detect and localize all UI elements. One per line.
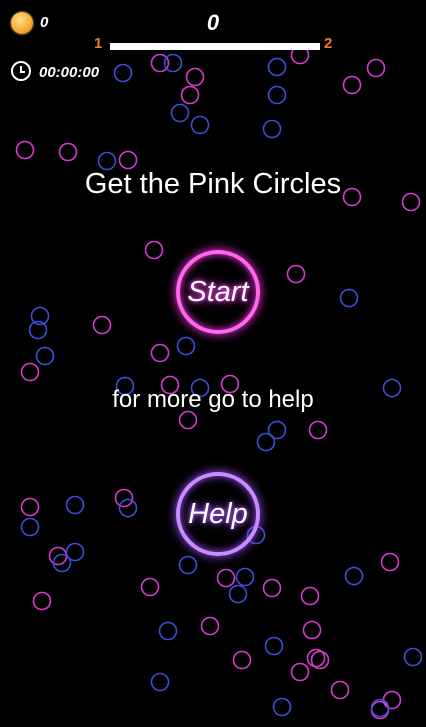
pink-circle: [286, 264, 306, 284]
level-progress-fill: [110, 43, 320, 50]
floating-circles-field: [15, 45, 423, 720]
blue-circle: [176, 336, 196, 356]
blue-circle: [235, 567, 255, 587]
score: 0: [206, 10, 220, 35]
pink-circle: [92, 315, 112, 335]
blue-circle: [267, 85, 287, 105]
coin-count: 0: [40, 14, 49, 31]
pink-circle: [342, 75, 362, 95]
pink-circle: [302, 620, 322, 640]
start-button[interactable]: Start: [176, 250, 260, 334]
pink-circle: [140, 577, 160, 597]
start-button-label: Start: [187, 275, 249, 308]
blue-circle: [35, 346, 55, 366]
next-level: 2: [324, 35, 333, 52]
pink-circle: [380, 552, 400, 572]
level-progress-bar: [110, 43, 320, 50]
game-title: Get the Pink Circles: [84, 168, 342, 200]
pink-circle: [150, 343, 170, 363]
blue-circle: [20, 517, 40, 537]
blue-circle: [113, 63, 133, 83]
blue-circle: [190, 115, 210, 135]
pink-circle: [118, 150, 138, 170]
blue-circle: [158, 621, 178, 641]
pink-circle: [15, 140, 35, 160]
blue-circle: [178, 555, 198, 575]
pink-circle: [185, 67, 205, 87]
pink-circle: [262, 578, 282, 598]
pink-circle: [382, 690, 402, 710]
pink-circle: [232, 650, 252, 670]
clock-icon: [11, 61, 31, 81]
pink-circle: [144, 240, 164, 260]
pink-circle: [366, 58, 386, 78]
current-level: 1: [94, 35, 103, 52]
blue-circle: [262, 119, 282, 139]
blue-circle: [228, 584, 248, 604]
blue-circle: [264, 636, 284, 656]
pink-circle: [58, 142, 78, 162]
help-button-label: Help: [188, 497, 248, 530]
blue-circle: [267, 57, 287, 77]
blue-circle: [267, 420, 287, 440]
help-hint: for more go to help: [112, 386, 314, 413]
pink-circle: [32, 591, 52, 611]
blue-circle: [272, 697, 292, 717]
blue-circle: [150, 672, 170, 692]
coin-icon: [11, 12, 33, 34]
pink-circle: [290, 662, 310, 682]
blue-circle: [65, 495, 85, 515]
pink-circle: [20, 497, 40, 517]
pink-circle: [216, 568, 236, 588]
pink-circle: [330, 680, 350, 700]
pink-circle: [308, 420, 328, 440]
help-button[interactable]: Help: [176, 472, 260, 556]
blue-circle: [97, 151, 117, 171]
pink-circle: [114, 488, 134, 508]
blue-circle: [163, 53, 183, 73]
blue-circle: [170, 103, 190, 123]
pink-circle: [200, 616, 220, 636]
pink-circle: [178, 410, 198, 430]
timer: 00:00:00: [39, 64, 100, 81]
blue-circle: [339, 288, 359, 308]
blue-circle: [344, 566, 364, 586]
blue-circle: [403, 647, 423, 667]
pink-circle: [180, 85, 200, 105]
blue-circle: [118, 498, 138, 518]
pink-circle: [20, 362, 40, 382]
pink-circle: [300, 586, 320, 606]
